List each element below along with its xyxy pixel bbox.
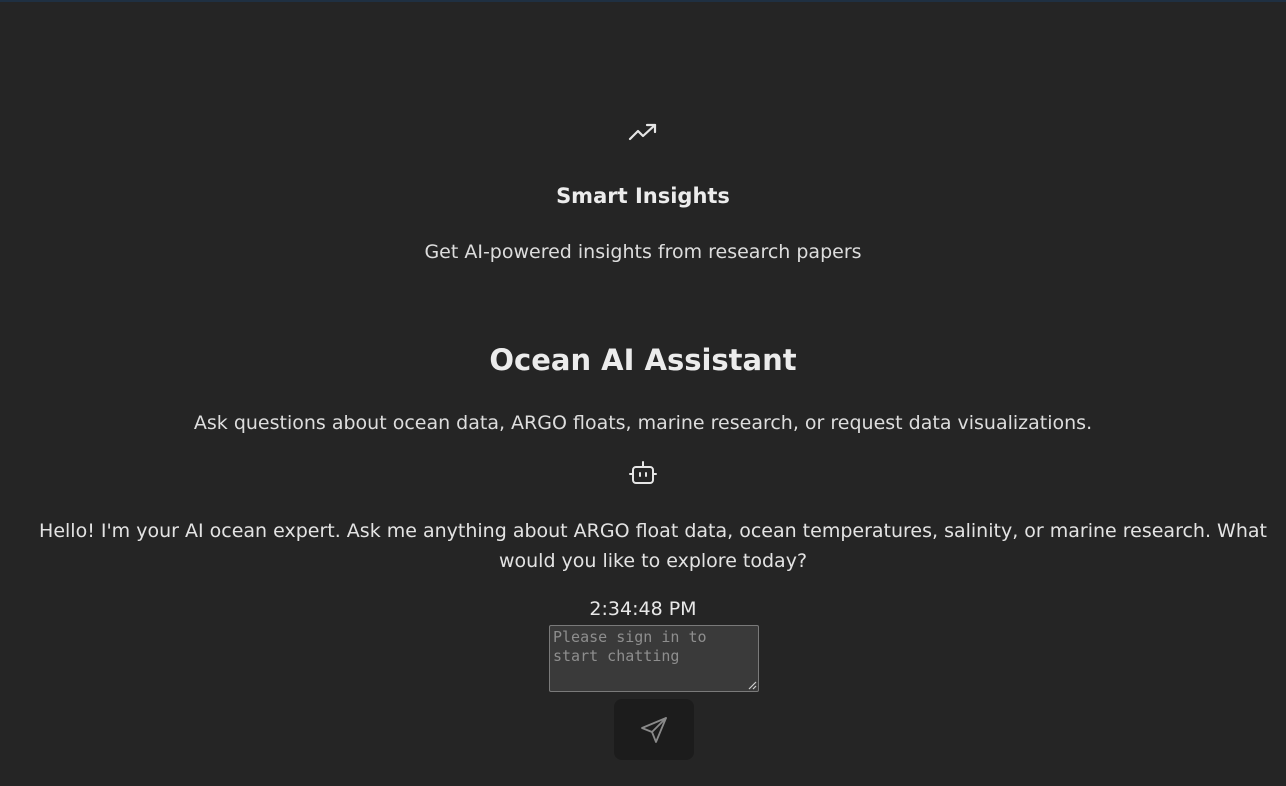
page-subtitle: Ask questions about ocean data, ARGO flo… [193,412,1093,434]
message-timestamp: 2:34:48 PM [589,598,697,620]
chat-input[interactable] [549,625,759,692]
assistant-message: Hello! I'm your AI ocean expert. Ask me … [39,520,1267,572]
send-icon [641,716,667,743]
top-border [0,0,1286,2]
trending-up-icon [0,119,1286,147]
bot-icon [0,459,1286,489]
page-title: Ocean AI Assistant [489,343,797,377]
send-button[interactable] [614,699,694,760]
feature-title: Smart Insights [556,184,730,208]
feature-description: Get AI-powered insights from research pa… [424,241,862,263]
resize-grip-icon[interactable] [747,680,757,690]
chat-page: Smart Insights Get AI-powered insights f… [0,0,1286,786]
